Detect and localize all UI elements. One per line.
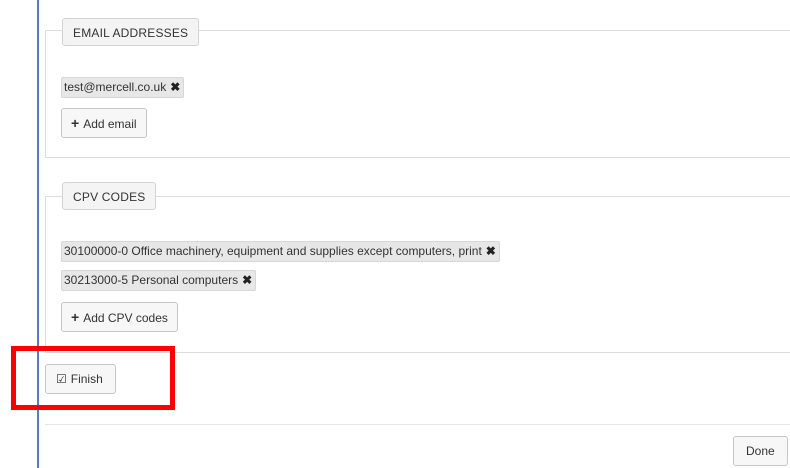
cpv-tag: 30213000-5 Personal computers ✖	[61, 270, 257, 291]
add-cpv-codes-label: Add CPV codes	[83, 311, 168, 325]
highlight-box	[11, 346, 175, 410]
done-button[interactable]: Done	[733, 436, 788, 466]
add-email-label: Add email	[83, 117, 137, 131]
cpv-codes-header: CPV CODES	[62, 182, 157, 210]
add-cpv-codes-button[interactable]: + Add CPV codes	[61, 302, 178, 332]
remove-cpv-icon[interactable]: ✖	[486, 242, 496, 261]
cpv-tag-label: 30213000-5 Personal computers	[64, 273, 239, 287]
add-email-button[interactable]: + Add email	[61, 108, 147, 138]
remove-cpv-icon[interactable]: ✖	[242, 271, 252, 290]
cpv-tag: 30100000-0 Office machinery, equipment a…	[61, 241, 500, 262]
plus-icon: +	[71, 309, 80, 325]
email-tag-label: test@mercell.co.uk	[64, 80, 167, 94]
email-addresses-section: EMAIL ADDRESSES test@mercell.co.uk ✖ + Add…	[45, 18, 790, 158]
cpv-codes-section: CPV CODES 30100000-0 Office machinery, e…	[45, 182, 790, 353]
remove-email-icon[interactable]: ✖	[170, 78, 180, 97]
footer-divider	[45, 424, 790, 425]
email-tag: test@mercell.co.uk ✖	[61, 77, 185, 98]
cpv-tag-label: 30100000-0 Office machinery, equipment a…	[64, 244, 482, 258]
email-addresses-header: EMAIL ADDRESSES	[62, 18, 200, 46]
plus-icon: +	[71, 115, 80, 131]
